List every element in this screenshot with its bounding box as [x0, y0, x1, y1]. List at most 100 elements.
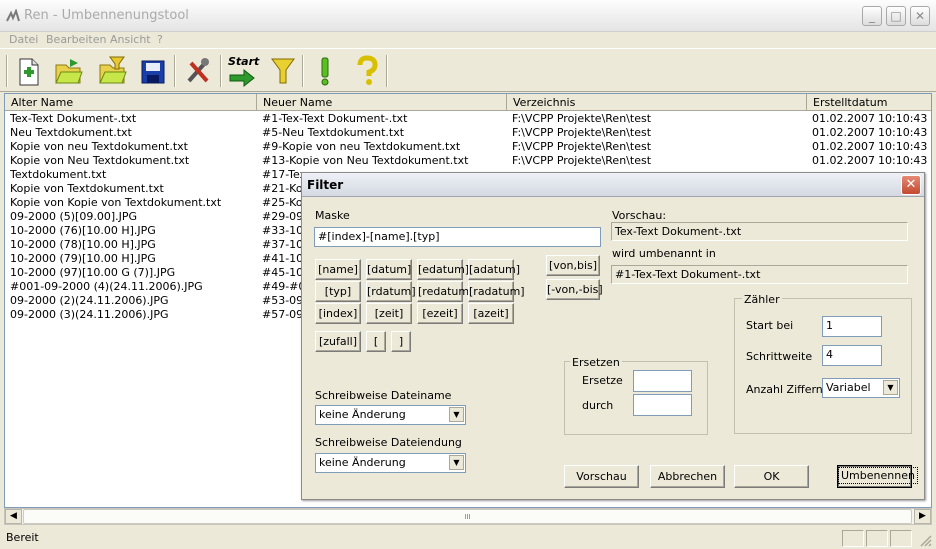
column-header-created[interactable]: Erstelltdatum — [807, 94, 931, 111]
token-typ-button[interactable]: [typ] — [315, 281, 361, 302]
scroll-left-button[interactable]: ◀ — [5, 509, 22, 524]
token-close-bracket-button[interactable]: ] — [391, 331, 411, 352]
filename-case-value: keine Änderung — [319, 408, 406, 421]
new-file-button[interactable] — [11, 53, 45, 89]
replace-label: Ersetze — [582, 374, 623, 387]
open-filter-folder-button[interactable] — [96, 53, 130, 89]
window-titlebar: Ren - Umbennenungstool _ □ ✕ — [0, 0, 936, 32]
save-icon — [141, 60, 165, 84]
close-window-button[interactable]: ✕ — [910, 6, 930, 26]
chevron-down-icon[interactable]: ▼ — [449, 455, 464, 470]
cell-dir: F:\VCPP Projekte\Ren\test — [512, 112, 652, 125]
menu-bar: Datei Bearbeiten Ansicht ? — [0, 32, 936, 48]
preview-button[interactable]: Vorschau — [564, 465, 639, 488]
table-row[interactable]: Kopie von neu Textdokument.txt #9-Kopie v… — [5, 140, 931, 154]
token-index-button[interactable]: [index] — [315, 303, 361, 324]
chevron-down-icon[interactable]: ▼ — [883, 380, 898, 395]
token-edatum-button[interactable]: [edatum] — [417, 259, 469, 280]
token-radatum-button[interactable]: [radatum] — [468, 281, 525, 302]
token-azeit-button[interactable]: [azeit] — [468, 303, 514, 324]
tools-icon — [187, 58, 209, 83]
status-panel — [842, 530, 864, 547]
token-open-bracket-button[interactable]: [ — [366, 331, 386, 352]
token-zeit-button[interactable]: [zeit] — [366, 303, 412, 324]
settings-tools-button[interactable] — [181, 53, 215, 89]
exclamation-icon — [321, 57, 329, 86]
token-adatum-button[interactable]: [adatum] — [468, 259, 520, 280]
cell-neu: #1-Tex-Text Dokument-.txt — [262, 112, 408, 125]
cell-dir: F:\VCPP Projekte\Ren\test — [512, 126, 652, 139]
column-header-directory[interactable]: Verzeichnis — [507, 94, 807, 111]
replace-with-input[interactable] — [633, 394, 692, 416]
folder-filter-icon — [99, 56, 127, 84]
chevron-down-icon[interactable]: ▼ — [449, 407, 464, 422]
digit-count-value: Variabel — [826, 381, 871, 394]
cell-alt: Kopie von Kopie von Textdokument.txt — [10, 196, 222, 209]
cancel-button[interactable]: Abbrechen — [650, 465, 725, 488]
token-name-button[interactable]: [name] — [315, 259, 361, 280]
token-datum-button[interactable]: [datum] — [366, 259, 412, 280]
table-row[interactable]: Neu Textdokument.txt #5-Neu Textdokument.… — [5, 126, 931, 140]
help-button[interactable] — [350, 53, 384, 89]
maximize-button[interactable]: □ — [886, 6, 906, 26]
cell-alt: #001-09-2000 (4)(24.11.2006).JPG — [10, 280, 203, 293]
replace-with-label: durch — [582, 399, 614, 412]
cell-alt: 09-2000 (5)[09.00].JPG — [10, 210, 138, 223]
menu-bearbeiten[interactable]: Bearbeiten — [46, 33, 106, 46]
token-rdatum-button[interactable]: [rdatum] — [366, 281, 416, 302]
extension-case-select[interactable]: keine Änderung ▼ — [315, 453, 466, 473]
extension-case-label: Schreibweise Dateiendung — [315, 436, 462, 449]
extension-case-value: keine Änderung — [319, 456, 406, 469]
cell-date: 01.02.2007 — [812, 126, 875, 139]
cell-neu: #9-Kopie von neu Textdokument.txt — [262, 140, 461, 153]
ok-button[interactable]: OK — [734, 465, 809, 488]
step-input[interactable]: 4 — [822, 345, 882, 366]
horizontal-scrollbar[interactable]: ◀ III ▶ — [4, 508, 932, 525]
cell-time: 10:10:43 — [878, 140, 928, 153]
token-redatum-button[interactable]: [redatum] — [417, 281, 473, 302]
toolbar-separator — [220, 55, 222, 87]
dialog-close-button[interactable]: ✕ — [901, 175, 921, 195]
scroll-right-button[interactable]: ▶ — [914, 509, 931, 524]
app-icon — [6, 9, 20, 22]
token-zufall-button[interactable]: [zufall] — [315, 331, 361, 352]
open-folder-button[interactable] — [52, 53, 86, 89]
cell-alt: Kopie von neu Textdokument.txt — [10, 140, 188, 153]
toolbar-separator — [174, 55, 176, 87]
menu-ansicht[interactable]: Ansicht — [110, 33, 151, 46]
cell-alt: Tex-Text Dokument-.txt — [10, 112, 137, 125]
scroll-thumb[interactable]: III — [23, 509, 912, 524]
cell-alt: Textdokument.txt — [10, 168, 107, 181]
replace-input[interactable] — [633, 370, 692, 392]
cell-dir: F:\VCPP Projekte\Ren\test — [512, 140, 652, 153]
save-button[interactable] — [136, 53, 170, 89]
start-button[interactable]: Start — [226, 53, 260, 89]
menu-datei[interactable]: Datei — [9, 33, 38, 46]
rename-button[interactable]: Umbenennen — [837, 465, 918, 488]
mask-input[interactable]: #[index]-[name].[typ] — [314, 227, 601, 247]
counter-group-title: Zähler — [742, 293, 782, 306]
menu-help[interactable]: ? — [157, 33, 163, 46]
alert-button[interactable] — [308, 53, 342, 89]
minimize-button[interactable]: _ — [862, 6, 882, 26]
start-at-input[interactable]: 1 — [822, 316, 882, 337]
filename-case-select[interactable]: keine Änderung ▼ — [315, 405, 466, 425]
table-row[interactable]: Tex-Text Dokument-.txt #1-Tex-Text Dokume… — [5, 112, 931, 126]
cell-time: 10:10:43 — [878, 112, 928, 125]
column-header-old-name[interactable]: Alter Name — [5, 94, 257, 111]
cell-neu: #13-Kopie von Neu Textdokument.txt — [262, 154, 469, 167]
cell-date: 01.02.2007 — [812, 154, 875, 167]
start-at-label: Start bei — [746, 319, 794, 332]
cell-alt: Kopie von Textdokument.txt — [10, 182, 164, 195]
token-ezeit-button[interactable]: [ezeit] — [417, 303, 463, 324]
table-row[interactable]: Kopie von Neu Textdokument.txt #13-Kopie … — [5, 154, 931, 168]
status-text: Bereit — [6, 531, 39, 544]
minus-von-bis-button[interactable]: [-von,-bis] — [546, 279, 603, 300]
digit-count-select[interactable]: Variabel ▼ — [822, 378, 900, 398]
von-bis-button[interactable]: [von,bis] — [546, 255, 600, 276]
column-header-new-name[interactable]: Neuer Name — [257, 94, 507, 111]
new-file-icon — [19, 58, 39, 86]
filter-button[interactable] — [266, 53, 300, 89]
resize-grip-icon[interactable] — [918, 533, 932, 547]
cell-alt: Kopie von Neu Textdokument.txt — [10, 154, 190, 167]
